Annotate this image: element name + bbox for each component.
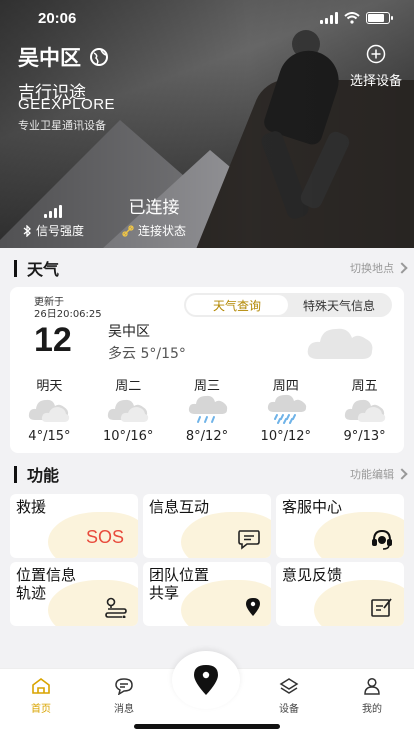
tile-label: 信息互动 — [149, 498, 210, 516]
signal-strength-icon — [44, 205, 62, 218]
tile-customer-service[interactable]: 客服中心 — [276, 494, 404, 558]
signal-strength-label: 信号强度 — [36, 224, 85, 238]
status-time: 20:06 — [38, 10, 77, 27]
brand-name-en: GEEXPLORE — [18, 96, 116, 113]
location-pin-icon — [246, 598, 260, 616]
tile-team-location[interactable]: 团队位置 共享 — [143, 562, 271, 626]
select-device-button[interactable]: 选择设备 — [350, 44, 402, 89]
rain-icon — [267, 394, 306, 424]
chevron-right-icon — [396, 262, 408, 274]
signal-strength-stat: 信号强度 — [22, 196, 84, 239]
layers-icon — [279, 678, 299, 694]
tab-device[interactable]: 设备 — [259, 677, 319, 715]
tile-message-interaction[interactable]: 信息互动 — [143, 494, 271, 558]
forecast-day: 周二 10°/16° — [102, 379, 154, 444]
cellular-signal-icon — [320, 12, 338, 24]
tab-messages[interactable]: 消息 — [94, 677, 154, 715]
tab-weather-query[interactable]: 天气查询 — [186, 295, 288, 315]
tab-home[interactable]: 首页 — [11, 677, 71, 715]
weather-section-header: 天气 切换地点 — [14, 258, 410, 279]
link-icon — [122, 224, 134, 237]
forecast-day: 明天 4°/15° — [28, 379, 71, 444]
switch-location-link[interactable]: 切换地点 — [350, 260, 410, 276]
tile-label: 团队位置 共享 — [149, 566, 210, 602]
tab-label: 消息 — [114, 704, 134, 715]
functions-section-header: 功能 功能编辑 — [14, 464, 410, 485]
tab-special-weather[interactable]: 特殊天气信息 — [288, 295, 390, 315]
updated-time: 26日20:06:25 — [34, 309, 102, 320]
forecast-day: 周四 10°/12° — [260, 379, 312, 444]
tile-location-track[interactable]: 位置信息 轨迹 — [10, 562, 138, 626]
tile-label: 救援 — [16, 498, 47, 516]
connection-status-label: 连接状态 — [138, 224, 187, 238]
current-temperature: 12 — [34, 321, 72, 359]
tile-feedback[interactable]: 意见反馈 — [276, 562, 404, 626]
connection-status-value: 已连接 — [128, 198, 180, 218]
forecast-list: 明天 4°/15° 周二 10°/16° 周三 8°/12° 周四 10°/12… — [10, 375, 404, 444]
user-icon — [364, 677, 380, 695]
tile-label: 意见反馈 — [282, 566, 343, 584]
tab-label: 设备 — [279, 704, 299, 715]
chat-icon — [238, 530, 260, 550]
connection-status-stat: 已连接 连接状态 — [122, 196, 186, 239]
add-circle-icon — [366, 44, 386, 64]
tab-label: 首页 — [31, 704, 51, 715]
feedback-icon — [371, 598, 392, 617]
forecast-day: 周三 8°/12° — [185, 379, 229, 444]
cloudy-icon — [307, 328, 373, 359]
bluetooth-icon — [23, 224, 31, 237]
brand-description: 专业卫星通讯设备 — [18, 119, 106, 132]
location-name: 吴中区 — [18, 46, 81, 70]
weather-condition: 多云 5°/15° — [108, 346, 186, 362]
tab-label: 我的 — [362, 704, 382, 715]
cloudy-icon — [29, 399, 70, 422]
current-location[interactable]: 吴中区 — [18, 42, 109, 72]
center-location-button[interactable] — [172, 651, 240, 709]
status-bar: 20:06 — [0, 0, 414, 36]
message-icon — [115, 678, 133, 696]
chevron-right-icon — [396, 468, 408, 480]
select-device-label: 选择设备 — [349, 74, 402, 89]
tile-label: 位置信息 轨迹 — [16, 566, 77, 602]
cloudy-icon — [108, 399, 149, 422]
edit-functions-link[interactable]: 功能编辑 — [350, 466, 410, 482]
weather-card: 更新于 26日20:06:25 天气查询 特殊天气信息 12 吴中区 多云 5°… — [10, 287, 404, 453]
weather-tab-switcher: 天气查询 特殊天气信息 — [184, 293, 392, 317]
route-icon — [105, 597, 127, 618]
light-rain-icon — [188, 395, 228, 423]
tab-profile[interactable]: 我的 — [342, 677, 402, 715]
tile-label: 客服中心 — [282, 498, 343, 516]
globe-icon[interactable] — [89, 47, 109, 67]
wifi-icon — [344, 12, 360, 24]
cloudy-icon — [344, 399, 385, 422]
tile-rescue[interactable]: 救援 SOS — [10, 494, 138, 558]
location-pin-icon — [194, 665, 218, 695]
weather-location: 吴中区 — [108, 324, 150, 340]
weather-section-title: 天气 — [27, 260, 60, 279]
battery-icon — [366, 12, 393, 24]
functions-section-title: 功能 — [27, 466, 60, 485]
headset-icon — [372, 529, 392, 550]
home-indicator — [134, 724, 280, 729]
home-icon — [32, 678, 50, 694]
sos-badge: SOS — [85, 527, 124, 547]
forecast-day: 周五 9°/13° — [343, 379, 386, 444]
